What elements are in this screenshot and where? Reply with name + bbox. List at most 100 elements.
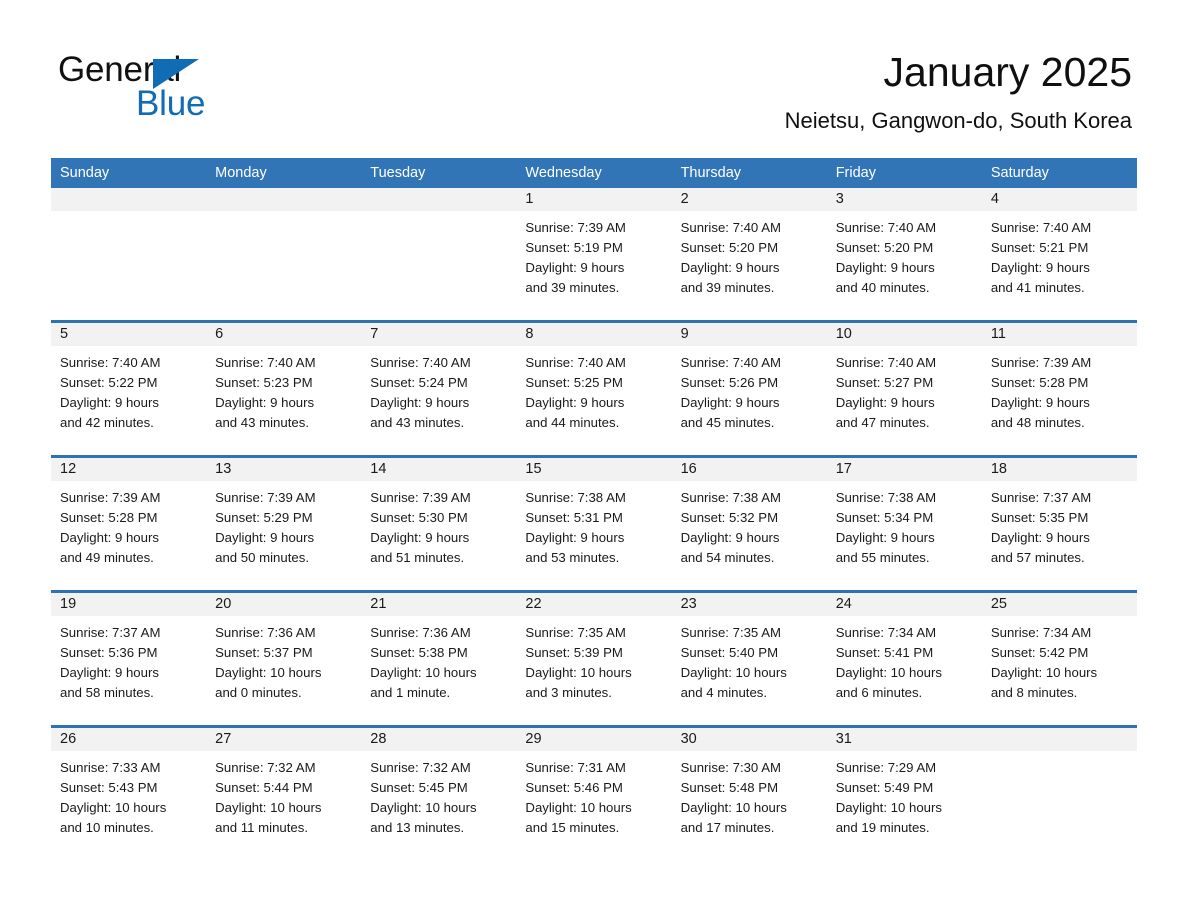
day-cell[interactable]: 27 Sunrise: 7:32 AM Sunset: 5:44 PM Dayligh…: [206, 728, 362, 860]
calendar-week-row: 1 Sunrise: 7:39 AM Sunset: 5:19 PM Daylight…: [51, 188, 1137, 320]
day-cell[interactable]: 15 Sunrise: 7:38 AM Sunset: 5:31 PM Dayligh…: [516, 458, 672, 590]
day-cell[interactable]: 12 Sunrise: 7:39 AM Sunset: 5:28 PM Dayligh…: [51, 458, 207, 590]
day-detail-line: Sunrise: 7:34 AM: [835, 625, 937, 640]
day-details: Sunrise: 7:34 AM Sunset: 5:41 PM Daylight:…: [827, 616, 982, 703]
weekday-header-wednesday: Wednesday: [525, 165, 602, 181]
day-cell[interactable]: 14 Sunrise: 7:39 AM Sunset: 5:30 PM Dayligh…: [361, 458, 517, 590]
day-detail-line: Sunset: 5:42 PM: [990, 645, 1089, 660]
day-details: Sunrise: 7:34 AM Sunset: 5:42 PM Daylight:…: [982, 616, 1137, 703]
day-cell[interactable]: 8 Sunrise: 7:40 AM Sunset: 5:25 PM Daylight…: [516, 323, 672, 455]
day-cell[interactable]: 1 Sunrise: 7:39 AM Sunset: 5:19 PM Daylight…: [516, 188, 672, 320]
day-cell[interactable]: 9 Sunrise: 7:40 AM Sunset: 5:26 PM Daylight…: [671, 323, 827, 455]
day-cell[interactable]: 2 Sunrise: 7:40 AM Sunset: 5:20 PM Daylight…: [671, 188, 827, 320]
day-details: Sunrise: 7:39 AM Sunset: 5:19 PM Daylight:…: [516, 211, 671, 298]
day-detail-line: Daylight: 9 hours: [60, 530, 159, 545]
day-detail-line: Daylight: 9 hours: [215, 395, 315, 410]
weekday-header-sunday: Sunday: [60, 165, 110, 181]
day-detail-line: and 57 minutes.: [990, 550, 1085, 565]
day-cell[interactable]: 5 Sunrise: 7:40 AM Sunset: 5:22 PM Daylight…: [51, 323, 207, 455]
day-detail-line: Daylight: 9 hours: [525, 530, 625, 545]
day-cell[interactable]: 19 Sunrise: 7:37 AM Sunset: 5:36 PM Dayligh…: [51, 593, 207, 725]
day-number: 4: [981, 188, 1137, 211]
day-detail-line: Sunrise: 7:33 AM: [60, 760, 161, 775]
day-detail-line: Sunset: 5:31 PM: [525, 510, 623, 525]
day-cell[interactable]: 23 Sunrise: 7:35 AM Sunset: 5:40 PM Dayligh…: [671, 593, 827, 725]
day-detail-line: Sunset: 5:37 PM: [215, 645, 313, 660]
day-detail-line: and 47 minutes.: [835, 415, 930, 430]
day-cell[interactable]: 16 Sunrise: 7:38 AM Sunset: 5:32 PM Dayligh…: [671, 458, 827, 590]
day-cell[interactable]: 7 Sunrise: 7:40 AM Sunset: 5:24 PM Daylight…: [361, 323, 517, 455]
day-cell[interactable]: 28 Sunrise: 7:32 AM Sunset: 5:45 PM Dayligh…: [361, 728, 517, 860]
general-blue-logo[interactable]: General Blue: [58, 50, 378, 130]
day-cell[interactable]: 4 Sunrise: 7:40 AM Sunset: 5:21 PM Daylight…: [981, 188, 1137, 320]
day-detail-line: Sunset: 5:29 PM: [215, 510, 313, 525]
day-details: Sunrise: 7:40 AM Sunset: 5:25 PM Daylight:…: [516, 346, 671, 433]
day-details: Sunrise: 7:40 AM Sunset: 5:20 PM Daylight:…: [672, 211, 827, 298]
day-details: Sunrise: 7:37 AM Sunset: 5:35 PM Daylight:…: [982, 481, 1137, 568]
day-cell[interactable]: 24 Sunrise: 7:34 AM Sunset: 5:41 PM Dayligh…: [826, 593, 982, 725]
day-cell[interactable]: 6 Sunrise: 7:40 AM Sunset: 5:23 PM Daylight…: [206, 323, 362, 455]
day-detail-line: Sunset: 5:38 PM: [370, 645, 468, 660]
day-cell[interactable]: 31 Sunrise: 7:29 AM Sunset: 5:49 PM Dayligh…: [826, 728, 982, 860]
day-cell[interactable]: 10 Sunrise: 7:40 AM Sunset: 5:27 PM Dayligh…: [826, 323, 982, 455]
day-detail-line: Sunrise: 7:40 AM: [370, 355, 471, 370]
day-detail-line: and 45 minutes.: [680, 415, 775, 430]
day-detail-line: and 51 minutes.: [370, 550, 465, 565]
day-detail-line: Daylight: 10 hours: [680, 800, 787, 815]
day-number: 29: [516, 728, 672, 751]
weekday-header-friday: Friday: [835, 165, 876, 181]
day-detail-line: Sunset: 5:39 PM: [525, 645, 623, 660]
day-cell[interactable]: 20 Sunrise: 7:36 AM Sunset: 5:37 PM Dayligh…: [206, 593, 362, 725]
day-detail-line: Sunrise: 7:40 AM: [835, 355, 937, 370]
day-number: 28: [361, 728, 517, 751]
day-number: 12: [51, 458, 207, 481]
day-detail-line: Daylight: 10 hours: [60, 800, 167, 815]
day-detail-line: and 53 minutes.: [525, 550, 620, 565]
day-detail-line: Sunset: 5:28 PM: [990, 375, 1089, 390]
day-detail-line: Sunset: 5:30 PM: [370, 510, 468, 525]
day-number: 24: [826, 593, 982, 616]
day-details: Sunrise: 7:40 AM Sunset: 5:20 PM Daylight:…: [827, 211, 982, 298]
day-cell[interactable]: 13 Sunrise: 7:39 AM Sunset: 5:29 PM Dayligh…: [206, 458, 362, 590]
day-cell[interactable]: 17 Sunrise: 7:38 AM Sunset: 5:34 PM Dayligh…: [826, 458, 982, 590]
day-details: Sunrise: 7:40 AM Sunset: 5:21 PM Daylight:…: [982, 211, 1137, 298]
day-cell[interactable]: 22 Sunrise: 7:35 AM Sunset: 5:39 PM Dayligh…: [516, 593, 672, 725]
day-detail-line: and 41 minutes.: [990, 280, 1085, 295]
day-detail-line: Sunset: 5:44 PM: [215, 780, 313, 795]
weekday-header-thursday: Thursday: [680, 165, 742, 181]
day-detail-line: Sunrise: 7:40 AM: [60, 355, 161, 370]
day-cell[interactable]: 26 Sunrise: 7:33 AM Sunset: 5:43 PM Dayligh…: [51, 728, 207, 860]
day-cell[interactable]: 30 Sunrise: 7:30 AM Sunset: 5:48 PM Dayligh…: [671, 728, 827, 860]
day-detail-line: and 0 minutes.: [215, 685, 302, 700]
day-detail-line: and 1 minute.: [370, 685, 451, 700]
day-details: Sunrise: 7:40 AM Sunset: 5:24 PM Daylight:…: [361, 346, 516, 433]
day-cell[interactable]: 21 Sunrise: 7:36 AM Sunset: 5:38 PM Dayligh…: [361, 593, 517, 725]
calendar-week-row: 26 Sunrise: 7:33 AM Sunset: 5:43 PM Dayligh…: [51, 725, 1137, 860]
day-cell[interactable]: 3 Sunrise: 7:40 AM Sunset: 5:20 PM Daylight…: [826, 188, 982, 320]
day-details: Sunrise: 7:39 AM Sunset: 5:28 PM Daylight:…: [51, 481, 206, 568]
day-detail-line: Sunrise: 7:40 AM: [525, 355, 626, 370]
day-detail-line: Sunset: 5:19 PM: [525, 240, 623, 255]
day-detail-line: Sunrise: 7:36 AM: [215, 625, 316, 640]
day-cell-empty: [361, 188, 517, 320]
day-detail-line: Sunset: 5:41 PM: [835, 645, 934, 660]
day-details: Sunrise: 7:40 AM Sunset: 5:27 PM Daylight:…: [827, 346, 982, 433]
day-detail-line: and 10 minutes.: [60, 820, 154, 835]
day-detail-line: and 3 minutes.: [525, 685, 612, 700]
day-detail-line: and 40 minutes.: [835, 280, 930, 295]
day-details: Sunrise: 7:38 AM Sunset: 5:31 PM Daylight:…: [516, 481, 671, 568]
page-subtitle: Neietsu, Gangwon-do, South Korea: [784, 108, 1132, 133]
day-cell[interactable]: 29 Sunrise: 7:31 AM Sunset: 5:46 PM Dayligh…: [516, 728, 672, 860]
day-detail-line: and 54 minutes.: [680, 550, 775, 565]
day-detail-line: and 11 minutes.: [215, 820, 308, 835]
day-detail-line: and 6 minutes.: [835, 685, 923, 700]
day-detail-line: Sunset: 5:43 PM: [60, 780, 158, 795]
day-cell[interactable]: 18 Sunrise: 7:37 AM Sunset: 5:35 PM Dayligh…: [981, 458, 1137, 590]
day-detail-line: and 43 minutes.: [370, 415, 465, 430]
day-detail-line: Sunset: 5:25 PM: [525, 375, 623, 390]
day-cell[interactable]: 11 Sunrise: 7:39 AM Sunset: 5:28 PM Dayligh…: [981, 323, 1137, 455]
day-detail-line: Sunset: 5:27 PM: [835, 375, 934, 390]
day-cell[interactable]: 25 Sunrise: 7:34 AM Sunset: 5:42 PM Dayligh…: [981, 593, 1137, 725]
day-detail-line: and 43 minutes.: [215, 415, 309, 430]
weekday-header-saturday: Saturday: [990, 165, 1049, 181]
